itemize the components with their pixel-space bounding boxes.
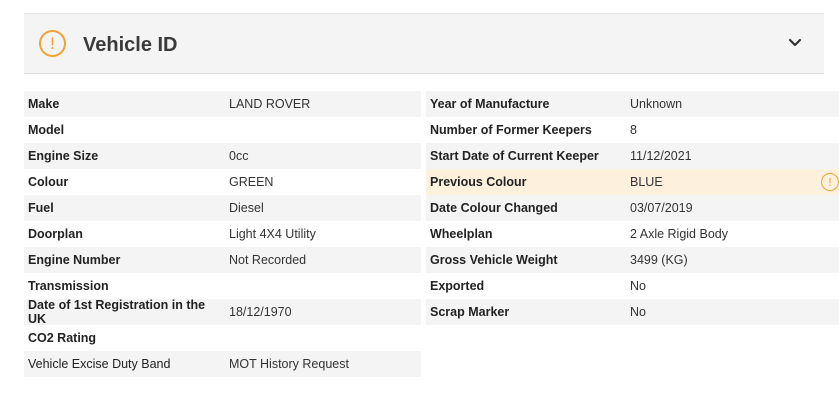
detail-value: BLUE ! bbox=[626, 173, 839, 191]
detail-label: Previous Colour bbox=[430, 175, 527, 189]
detail-value: Diesel bbox=[229, 201, 264, 215]
detail-label: Engine Number bbox=[28, 253, 121, 267]
detail-row-fuel: Fuel Diesel bbox=[24, 195, 421, 221]
detail-value: Unknown bbox=[630, 97, 683, 111]
previous-colour-value: BLUE bbox=[630, 175, 663, 189]
detail-label: Model bbox=[28, 123, 65, 137]
detail-row-colour: Colour GREEN bbox=[24, 169, 421, 195]
detail-row-make: Make LAND ROVER bbox=[24, 91, 421, 117]
detail-label: Colour bbox=[28, 175, 69, 189]
detail-row-engine-size: Engine Size 0cc bbox=[24, 143, 421, 169]
detail-value: 03/07/2019 bbox=[630, 201, 693, 215]
detail-value: 18/12/1970 bbox=[229, 305, 292, 319]
detail-label: Date Colour Changed bbox=[430, 201, 558, 215]
detail-row-doorplan: Doorplan Light 4X4 Utility bbox=[24, 221, 421, 247]
detail-row-scrap-marker: Scrap Marker No bbox=[426, 299, 839, 325]
detail-value: 8 bbox=[630, 123, 637, 137]
detail-label: Make bbox=[28, 97, 60, 111]
detail-row-current-keeper-start: Start Date of Current Keeper 11/12/2021 bbox=[426, 143, 839, 169]
detail-row-colour-changed: Date Colour Changed 03/07/2019 bbox=[426, 195, 839, 221]
exclamation-circle-icon[interactable]: ! bbox=[821, 173, 839, 191]
detail-row-transmission: Transmission bbox=[24, 273, 421, 299]
right-column: Year of Manufacture Unknown Number of Fo… bbox=[426, 91, 839, 325]
exclamation-circle-icon: ! bbox=[39, 30, 66, 57]
detail-label: CO2 Rating bbox=[28, 331, 97, 345]
detail-row-first-registration: Date of 1st Registration in the UK 18/12… bbox=[24, 298, 421, 326]
detail-value: Not Recorded bbox=[229, 253, 307, 267]
detail-label: Start Date of Current Keeper bbox=[430, 149, 599, 163]
detail-value: 3499 (KG) bbox=[630, 253, 688, 267]
chevron-down-icon[interactable] bbox=[788, 38, 802, 48]
vehicle-id-panel-header[interactable]: ! Vehicle ID bbox=[24, 13, 824, 74]
left-column: Make LAND ROVER Model Engine Size 0cc Co… bbox=[24, 91, 421, 377]
panel-title: Vehicle ID bbox=[83, 34, 178, 56]
detail-value: 0cc bbox=[229, 149, 249, 163]
detail-label: Wheelplan bbox=[430, 227, 493, 241]
detail-value: 11/12/2021 bbox=[630, 149, 692, 163]
detail-row-engine-number: Engine Number Not Recorded bbox=[24, 247, 421, 273]
detail-value: LAND ROVER bbox=[229, 97, 311, 111]
vehicle-excise-duty-band-link[interactable]: Vehicle Excise Duty Band bbox=[24, 357, 225, 371]
detail-value: 2 Axle Rigid Body bbox=[630, 227, 728, 241]
detail-label: Number of Former Keepers bbox=[430, 123, 592, 137]
detail-label: Exported bbox=[430, 279, 485, 293]
detail-row-previous-colour: Previous Colour BLUE ! bbox=[426, 169, 839, 195]
detail-row-wheelplan: Wheelplan 2 Axle Rigid Body bbox=[426, 221, 839, 247]
detail-value: No bbox=[630, 279, 646, 293]
detail-label: Transmission bbox=[28, 279, 109, 293]
detail-label: Engine Size bbox=[28, 149, 99, 163]
detail-row-year-of-manufacture: Year of Manufacture Unknown bbox=[426, 91, 839, 117]
detail-label: Fuel bbox=[28, 201, 54, 215]
detail-row-model: Model bbox=[24, 117, 421, 143]
detail-value: GREEN bbox=[229, 175, 274, 189]
detail-label: Year of Manufacture bbox=[430, 97, 550, 111]
detail-label: Doorplan bbox=[28, 227, 83, 241]
detail-label: Date of 1st Registration in the UK bbox=[28, 298, 206, 326]
detail-value: Light 4X4 Utility bbox=[229, 227, 316, 241]
detail-label: Scrap Marker bbox=[430, 305, 510, 319]
detail-label: Gross Vehicle Weight bbox=[430, 253, 558, 267]
detail-row-co2-rating: CO2 Rating bbox=[24, 325, 421, 351]
detail-row-links: Vehicle Excise Duty Band MOT History Req… bbox=[24, 351, 421, 377]
mot-history-request-link[interactable]: MOT History Request bbox=[225, 357, 421, 371]
detail-row-gross-weight: Gross Vehicle Weight 3499 (KG) bbox=[426, 247, 839, 273]
detail-row-former-keepers: Number of Former Keepers 8 bbox=[426, 117, 839, 143]
detail-row-exported: Exported No bbox=[426, 273, 839, 299]
detail-value: No bbox=[630, 305, 646, 319]
